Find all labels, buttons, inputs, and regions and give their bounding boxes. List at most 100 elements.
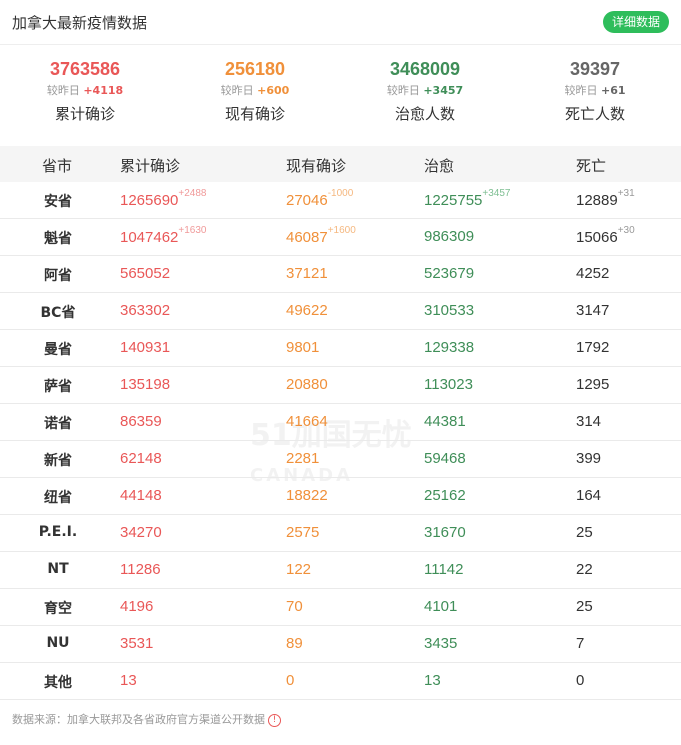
table-row: 阿省 565052 37121 523679 4252	[0, 256, 681, 293]
cell-active: 2575	[286, 524, 320, 541]
table-row: NT 11286 122 11142 22	[0, 552, 681, 589]
cell-recovered: 3435	[424, 635, 458, 652]
cell-recovered-delta: +3457	[482, 188, 511, 199]
page-header: 加拿大最新疫情数据 详细数据	[0, 0, 681, 45]
cell-deaths: 7	[576, 635, 585, 652]
table-row: 安省 1265690+2488 27046-1000 1225755+3457 1288…	[0, 182, 681, 219]
cell-active: 122	[286, 561, 312, 578]
cell-active: 20880	[286, 376, 328, 393]
table-row: 萨省 135198 20880 113023 1295	[0, 367, 681, 404]
cell-recovered: 59468	[424, 450, 466, 467]
cell-confirmed: 13	[120, 672, 137, 689]
cell-recovered: 4101	[424, 598, 458, 615]
table-header: 省市 累计确诊 现有确诊 治愈 死亡	[0, 146, 681, 182]
cell-confirmed: 1265690+2488	[120, 188, 207, 209]
detail-data-button[interactable]: 详细数据	[602, 11, 669, 33]
cell-province: 育空	[44, 601, 72, 617]
table-row: 曼省 140931 9801 129338 1792	[0, 330, 681, 367]
cell-recovered: 129338	[424, 339, 475, 356]
cell-confirmed: 62148	[120, 450, 162, 467]
stat-label: 现有确诊	[224, 105, 285, 123]
cell-active: 70	[286, 598, 303, 615]
cell-province: BC省	[40, 305, 76, 321]
cell-deaths: 314	[576, 413, 602, 430]
cell-deaths: 0	[576, 672, 585, 689]
cell-confirmed: 135198	[120, 376, 171, 393]
info-icon[interactable]: !	[268, 713, 281, 727]
cell-province: 阿省	[44, 268, 72, 284]
stat-change: 较昨日 +3457	[386, 84, 464, 97]
cell-confirmed: 86359	[120, 413, 162, 430]
cell-province: NU	[46, 635, 70, 651]
stat-label: 累计确诊	[54, 105, 115, 123]
cell-active: 49622	[286, 302, 328, 319]
cell-confirmed: 565052	[120, 265, 171, 282]
cell-province: 其他	[44, 675, 72, 691]
cell-confirmed: 34270	[120, 524, 162, 541]
cell-confirmed: 4196	[120, 598, 154, 615]
cell-active: 46087+1600	[286, 225, 356, 246]
cell-deaths: 22	[576, 561, 593, 578]
cell-confirmed: 11286	[120, 561, 161, 578]
cell-active: 18822	[286, 487, 328, 504]
cell-recovered: 1225755+3457	[424, 188, 511, 209]
table-row: 诺省 86359 41664 44381 314	[0, 404, 681, 441]
cell-province: 诺省	[44, 416, 72, 432]
stat-label: 治愈人数	[394, 105, 455, 123]
table-row: 其他 13 0 13 0	[0, 663, 681, 700]
cell-deaths-delta: +30	[617, 225, 635, 236]
table-row: NU 3531 89 3435 7	[0, 626, 681, 663]
cell-active: 41664	[286, 413, 328, 430]
cell-deaths: 399	[576, 450, 602, 467]
table-row: 纽省 44148 18822 25162 164	[0, 478, 681, 515]
cell-recovered: 11142	[424, 561, 464, 578]
cell-active: 0	[286, 672, 295, 689]
stat-total-confirmed: 3763586 较昨日 +4118 累计确诊	[0, 58, 170, 124]
header-deaths: 死亡	[576, 157, 607, 175]
cell-province: 纽省	[44, 490, 72, 506]
stat-value: 3468009	[389, 59, 461, 79]
summary-stats: 3763586 较昨日 +4118 累计确诊 256180 较昨日 +600 现…	[0, 58, 681, 140]
cell-province: 曼省	[44, 342, 72, 358]
table-body: 安省 1265690+2488 27046-1000 1225755+3457 1288…	[0, 182, 681, 700]
stat-value: 256180	[224, 59, 286, 79]
cell-recovered: 113023	[424, 376, 473, 393]
table-row: P.E.I. 34270 2575 31670 25	[0, 515, 681, 552]
cell-active: 37121	[286, 265, 328, 282]
cell-active: 89	[286, 635, 303, 652]
cell-recovered: 25162	[424, 487, 466, 504]
cell-deaths: 25	[576, 598, 593, 615]
stat-change: 较昨日 +61	[564, 84, 626, 97]
stat-change: 较昨日 +4118	[46, 84, 124, 97]
cell-deaths: 15066+30	[576, 225, 635, 246]
cell-recovered: 13	[424, 672, 441, 689]
cell-active-delta: -1000	[327, 188, 354, 199]
cell-recovered: 310533	[424, 302, 475, 319]
cell-confirmed-delta: +1630	[178, 225, 207, 236]
cell-confirmed: 44148	[120, 487, 162, 504]
cell-recovered: 31670	[424, 524, 466, 541]
cell-province: 安省	[44, 194, 72, 210]
table-row: 新省 62148 2281 59468 399	[0, 441, 681, 478]
table-row: BC省 363302 49622 310533 3147	[0, 293, 681, 330]
stat-value: 39397	[569, 59, 621, 79]
cell-deaths-delta: +31	[617, 188, 635, 199]
cell-deaths: 12889+31	[576, 188, 635, 209]
stat-active-confirmed: 256180 较昨日 +600 现有确诊	[170, 58, 340, 124]
cell-confirmed: 1047462+1630	[120, 225, 207, 246]
stat-value: 3763586	[49, 59, 121, 79]
table-row: 育空 4196 70 4101 25	[0, 589, 681, 626]
cell-confirmed: 140931	[120, 339, 171, 356]
cell-active-delta: +1600	[327, 225, 356, 236]
cell-province: P.E.I.	[38, 524, 78, 540]
page-title: 加拿大最新疫情数据	[12, 14, 148, 32]
cell-deaths: 1792	[576, 339, 610, 356]
cell-deaths: 4252	[576, 265, 610, 282]
data-source: 数据来源：加拿大联邦及各省政府官方渠道公开数据!	[12, 711, 281, 727]
header-active: 现有确诊	[286, 157, 347, 175]
cell-recovered: 523679	[424, 265, 475, 282]
cell-active: 9801	[286, 339, 320, 356]
cell-recovered: 986309	[424, 228, 475, 245]
cell-active: 2281	[286, 450, 320, 467]
cell-deaths: 25	[576, 524, 593, 541]
